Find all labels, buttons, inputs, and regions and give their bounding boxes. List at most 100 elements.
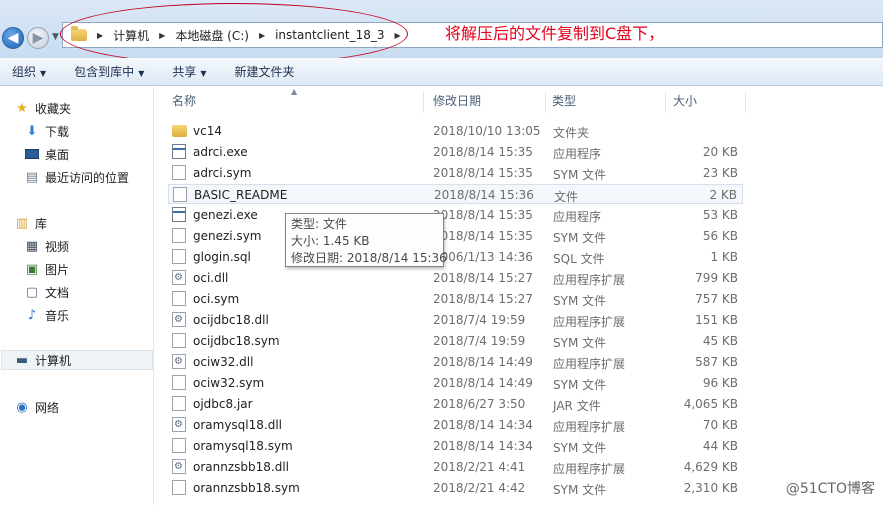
sidebar-item-documents[interactable]: ▢ 文档	[24, 282, 69, 302]
column-header-date[interactable]: 修改日期	[433, 92, 481, 116]
file-name: ocijdbc18.sym	[193, 334, 280, 348]
file-row[interactable]: oramysql18.sym 2018/8/14 14:34 SYM 文件 44 KB	[168, 436, 743, 456]
recent-pages-dropdown[interactable]: ▼	[52, 32, 59, 42]
sidebar-item-favorites[interactable]: ★ 收藏夹	[14, 98, 71, 118]
file-name: genezi.sym	[193, 229, 262, 243]
file-icon	[172, 165, 186, 180]
chevron-right-icon[interactable]: ▶	[155, 31, 169, 40]
file-date: 2018/8/14 15:27	[433, 271, 533, 285]
organize-button[interactable]: 组织 ▼	[12, 63, 46, 80]
file-date: 2018/8/14 15:36	[434, 188, 534, 202]
file-row[interactable]: BASIC_README 2018/8/14 15:36 文件 2 KB	[168, 184, 743, 204]
file-row[interactable]: glogin.sql 2006/1/13 14:36 SQL 文件 1 KB	[168, 247, 743, 267]
file-row[interactable]: ociw32.dll 2018/8/14 14:49 应用程序扩展 587 KB	[168, 352, 743, 372]
file-date: 2018/2/21 4:42	[433, 481, 526, 495]
file-row[interactable]: ocijdbc18.sym 2018/7/4 19:59 SYM 文件 45 KB	[168, 331, 743, 351]
file-row[interactable]: genezi.sym 2018/8/14 15:35 SYM 文件 56 KB	[168, 226, 743, 246]
file-size: 757 KB	[695, 292, 738, 306]
file-size: 151 KB	[695, 313, 738, 327]
breadcrumb-local-disk[interactable]: 本地磁盘 (C:)	[175, 27, 249, 44]
star-icon: ★	[16, 100, 28, 116]
file-size: 2 KB	[709, 188, 737, 202]
file-row[interactable]: adrci.exe 2018/8/14 15:35 应用程序 20 KB	[168, 142, 743, 162]
file-type: 应用程序	[553, 210, 602, 224]
file-icon	[172, 396, 186, 411]
sidebar-item-pictures[interactable]: ▣ 图片	[24, 259, 69, 279]
file-size: 20 KB	[702, 145, 738, 159]
sidebar-item-videos[interactable]: ▦ 视频	[24, 236, 69, 256]
file-type: SYM 文件	[553, 294, 607, 308]
file-name: ociw32.sym	[193, 376, 265, 390]
include-library-button[interactable]: 包含到库中 ▼	[74, 63, 144, 80]
file-icon	[172, 249, 186, 264]
file-type: 应用程序扩展	[553, 273, 626, 287]
exe-icon	[172, 207, 186, 222]
back-button[interactable]: ◀	[2, 27, 24, 49]
file-date: 2018/8/14 14:34	[433, 418, 533, 432]
tooltip-size: 大小: 1.45 KB	[291, 234, 370, 248]
file-date: 2018/8/14 14:34	[433, 439, 533, 453]
file-row[interactable]: genezi.exe 2018/8/14 15:35 应用程序 53 KB	[168, 205, 743, 225]
file-type: 应用程序扩展	[553, 420, 626, 434]
file-size: 799 KB	[695, 271, 738, 285]
recent-places-icon: ▤	[25, 169, 39, 185]
file-row[interactable]: oci.sym 2018/8/14 15:27 SYM 文件 757 KB	[168, 289, 743, 309]
sidebar-item-network[interactable]: ◉ 网络	[14, 397, 59, 417]
sidebar-item-recent[interactable]: ▤ 最近访问的位置	[24, 167, 129, 187]
file-row[interactable]: ocijdbc18.dll 2018/7/4 19:59 应用程序扩展 151 KB	[168, 310, 743, 330]
file-type: 文件	[554, 190, 579, 204]
sidebar-item-desktop[interactable]: 桌面	[24, 144, 69, 164]
file-row[interactable]: ojdbc8.jar 2018/6/27 3:50 JAR 文件 4,065 KB	[168, 394, 743, 414]
video-icon: ▦	[25, 238, 39, 254]
file-row[interactable]: vc14 2018/10/10 13:05 文件夹	[168, 121, 743, 141]
file-row[interactable]: adrci.sym 2018/8/14 15:35 SYM 文件 23 KB	[168, 163, 743, 183]
forward-button[interactable]: ▶	[27, 27, 49, 49]
file-size: 2,310 KB	[683, 481, 738, 495]
chevron-right-icon[interactable]: ▶	[93, 31, 107, 40]
computer-icon: ▬	[15, 352, 29, 368]
column-header-type[interactable]: 类型	[552, 92, 576, 116]
file-type: 文件夹	[553, 126, 590, 140]
share-button[interactable]: 共享 ▼	[172, 63, 206, 80]
file-name: vc14	[193, 124, 222, 138]
file-date: 2018/7/4 19:59	[433, 334, 526, 348]
file-row[interactable]: oramysql18.dll 2018/8/14 14:34 应用程序扩展 70 KB	[168, 415, 743, 435]
tooltip-type: 类型: 文件	[291, 217, 347, 231]
file-row[interactable]: orannzsbb18.sym 2018/2/21 4:42 SYM 文件 2,310…	[168, 478, 743, 498]
file-type: SYM 文件	[553, 336, 607, 350]
file-type: SYM 文件	[553, 231, 607, 245]
file-icon	[172, 333, 186, 348]
file-name: adrci.sym	[193, 166, 252, 180]
column-divider	[745, 91, 746, 113]
file-row[interactable]: oci.dll 2018/8/14 15:27 应用程序扩展 799 KB	[168, 268, 743, 288]
file-date: 2006/1/13 14:36	[433, 250, 533, 264]
new-folder-button[interactable]: 新建文件夹	[235, 63, 295, 80]
column-header-name[interactable]: 名称	[172, 92, 196, 116]
file-type: SYM 文件	[553, 168, 607, 182]
sidebar-item-downloads[interactable]: ⬇ 下载	[24, 121, 69, 141]
file-date: 2018/8/14 14:49	[433, 376, 533, 390]
file-size: 1 KB	[710, 250, 738, 264]
tooltip-date: 修改日期: 2018/8/14 15:36	[291, 251, 447, 265]
column-header-size[interactable]: 大小	[673, 92, 697, 116]
column-divider	[423, 91, 424, 113]
sidebar-item-music[interactable]: ♪ 音乐	[24, 305, 69, 325]
file-type: 应用程序扩展	[553, 315, 626, 329]
chevron-right-icon[interactable]: ▶	[391, 31, 405, 40]
sidebar-item-computer[interactable]: ▬ 计算机	[1, 350, 153, 370]
file-row[interactable]: ociw32.sym 2018/8/14 14:49 SYM 文件 96 KB	[168, 373, 743, 393]
file-name: BASIC_README	[194, 188, 288, 202]
file-name: oramysql18.sym	[193, 439, 293, 453]
sidebar-item-libraries[interactable]: ▥ 库	[14, 213, 47, 233]
breadcrumb-instantclient[interactable]: instantclient_18_3	[275, 28, 384, 42]
file-row[interactable]: orannzsbb18.dll 2018/2/21 4:41 应用程序扩展 4,629…	[168, 457, 743, 477]
breadcrumb-computer[interactable]: 计算机	[113, 27, 149, 44]
file-size: 23 KB	[702, 166, 738, 180]
chevron-right-icon[interactable]: ▶	[255, 31, 269, 40]
file-date: 2018/8/14 15:35	[433, 229, 533, 243]
file-type: SYM 文件	[553, 378, 607, 392]
network-icon: ◉	[16, 399, 28, 415]
file-name: orannzsbb18.sym	[193, 481, 300, 495]
column-divider	[665, 91, 666, 113]
folder-icon	[172, 125, 187, 137]
